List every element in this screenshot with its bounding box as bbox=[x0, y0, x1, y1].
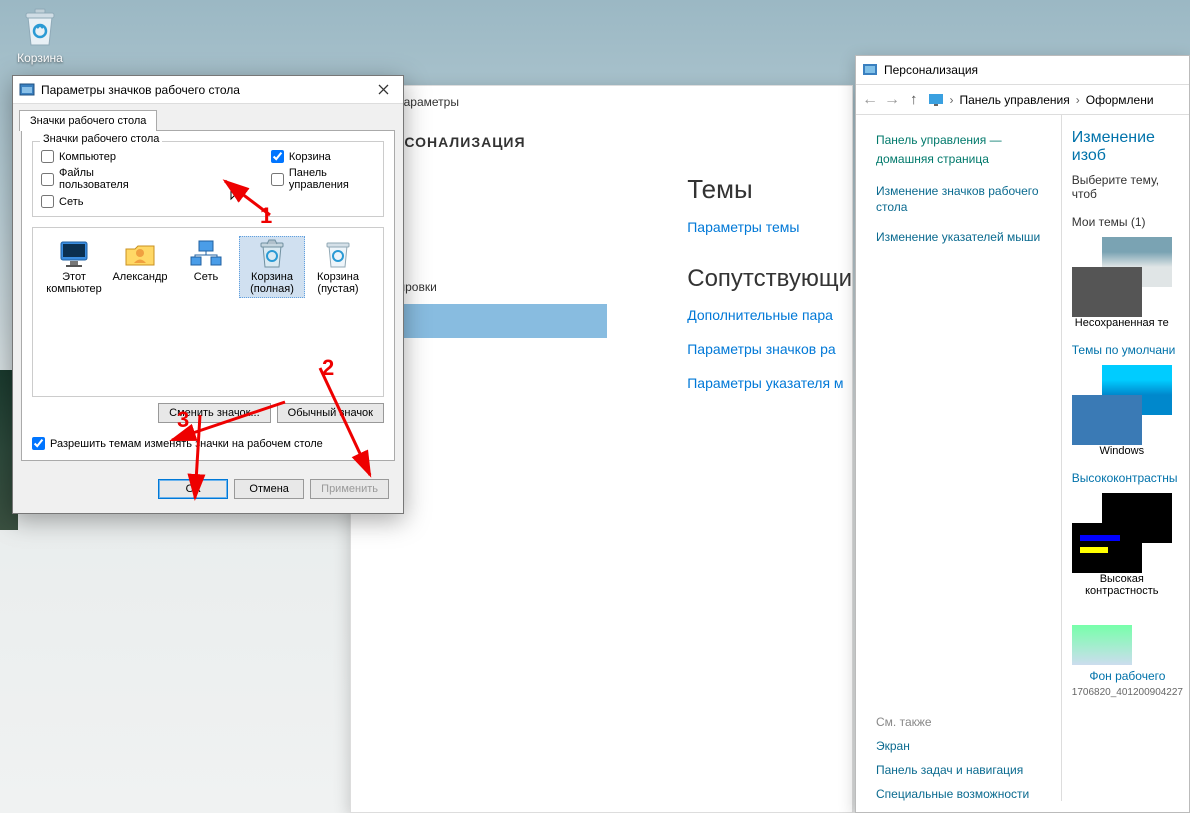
section-my-themes: Мои темы (1) bbox=[1072, 215, 1183, 229]
icon-user[interactable]: Александр bbox=[107, 236, 173, 298]
icon-recycle-empty[interactable]: Корзина (пустая) bbox=[305, 236, 371, 298]
cp-home-link[interactable]: Панель управления — домашняя страница bbox=[876, 131, 1051, 169]
icon-this-pc[interactable]: Этот компьютер bbox=[41, 236, 107, 298]
tab-desktop-icons[interactable]: Значки рабочего стола bbox=[19, 110, 157, 131]
cp-main-heading: Изменение изоб bbox=[1072, 129, 1183, 165]
forward-arrow-icon[interactable]: → bbox=[884, 91, 900, 109]
theme-high-contrast[interactable]: Высокая контрастность bbox=[1072, 493, 1172, 597]
change-icon-button[interactable]: Сменить значок... bbox=[158, 403, 271, 423]
user-folder-icon bbox=[123, 239, 157, 269]
cp-change-pointers-link[interactable]: Изменение указателей мыши bbox=[876, 229, 1051, 245]
link-advanced-sound[interactable]: Дополнительные пара bbox=[687, 307, 852, 323]
see-also-label: См. также bbox=[876, 715, 1051, 729]
desktop-background-option[interactable] bbox=[1072, 625, 1183, 665]
theme-windows[interactable]: Windows bbox=[1072, 365, 1172, 457]
page-heading-related: Сопутствующи bbox=[687, 265, 852, 293]
up-arrow-icon[interactable]: ↑ bbox=[910, 91, 918, 108]
fieldset-legend: Значки рабочего стола bbox=[40, 133, 162, 145]
checkbox-computer[interactable]: Компьютер bbox=[41, 150, 151, 163]
breadcrumb[interactable]: › Панель управления › Оформлени bbox=[928, 92, 1154, 108]
link-pointer-params[interactable]: Параметры указателя м bbox=[687, 375, 852, 391]
nav-section-title: ПЕРСОНАЛИЗАЦИЯ bbox=[373, 134, 607, 150]
network-icon bbox=[189, 239, 223, 269]
checkbox-network[interactable]: Сеть bbox=[41, 195, 151, 208]
recycle-empty-icon bbox=[321, 239, 355, 269]
back-arrow-icon[interactable]: ← bbox=[862, 91, 878, 109]
cancel-button[interactable]: Отмена bbox=[234, 479, 304, 499]
desktop-recycle-bin[interactable]: Корзина bbox=[10, 5, 70, 65]
control-panel-window: Персонализация ← → ↑ › Панель управления… bbox=[855, 55, 1190, 813]
settings-header: Параметры bbox=[351, 86, 852, 118]
personalization-icon bbox=[862, 62, 878, 78]
close-icon bbox=[378, 84, 389, 95]
section-high-contrast[interactable]: Высококонтрастны bbox=[1072, 471, 1183, 485]
cp-title: Персонализация bbox=[884, 63, 978, 77]
theme-unsaved[interactable]: Несохраненная те bbox=[1072, 237, 1172, 329]
desktop-icon-settings-dialog: Параметры значков рабочего стола Значки … bbox=[12, 75, 404, 514]
see-also-screen[interactable]: Экран bbox=[876, 739, 1051, 753]
icon-recycle-full[interactable]: Корзина (полная) bbox=[239, 236, 305, 298]
section-default-themes[interactable]: Темы по умолчани bbox=[1072, 343, 1183, 357]
checkbox-allow-themes[interactable]: Разрешить темам изменять значки на рабоч… bbox=[32, 437, 384, 450]
link-desktop-icons[interactable]: Параметры значков ра bbox=[687, 341, 852, 357]
page-heading-themes: Темы bbox=[687, 174, 852, 205]
checkbox-control-panel[interactable]: Панель управления bbox=[271, 167, 375, 191]
settings-window: Параметры ПЕРСОНАЛИЗАЦИЯ блокировки Темы… bbox=[350, 85, 853, 813]
restore-default-button[interactable]: Обычный значок bbox=[277, 403, 384, 423]
close-button[interactable] bbox=[363, 76, 403, 104]
desktop-recycle-bin-label: Корзина bbox=[10, 51, 70, 65]
cp-main-subtitle: Выберите тему, чтоб bbox=[1072, 173, 1183, 201]
chevron-right-icon: › bbox=[1076, 93, 1080, 107]
dialog-icon bbox=[19, 82, 35, 98]
chevron-right-icon: › bbox=[950, 93, 954, 107]
ok-button[interactable]: ОК bbox=[158, 479, 228, 499]
checkbox-user-files[interactable]: Файлы пользователя bbox=[41, 167, 151, 191]
cursor-icon bbox=[230, 184, 244, 202]
background-label[interactable]: Фон рабочего bbox=[1072, 669, 1183, 683]
recycle-full-icon bbox=[255, 239, 289, 269]
dialog-title: Параметры значков рабочего стола bbox=[41, 83, 363, 97]
icon-preview-list[interactable]: Этот компьютер Александр Сеть Корзина (п… bbox=[32, 227, 384, 397]
recycle-bin-icon bbox=[18, 5, 62, 49]
link-theme-params[interactable]: Параметры темы bbox=[687, 219, 852, 235]
icon-network[interactable]: Сеть bbox=[173, 236, 239, 298]
checkbox-recycle-bin[interactable]: Корзина bbox=[271, 150, 375, 163]
see-also-access[interactable]: Специальные возможности bbox=[876, 787, 1051, 801]
computer-icon bbox=[57, 239, 91, 269]
cp-change-icons-link[interactable]: Изменение значков рабочего стола bbox=[876, 183, 1051, 215]
see-also-taskbar[interactable]: Панель задач и навигация bbox=[876, 763, 1051, 777]
background-id: 1706820_401200904227 bbox=[1072, 687, 1183, 698]
monitor-icon bbox=[928, 92, 944, 108]
apply-button[interactable]: Применить bbox=[310, 479, 389, 499]
